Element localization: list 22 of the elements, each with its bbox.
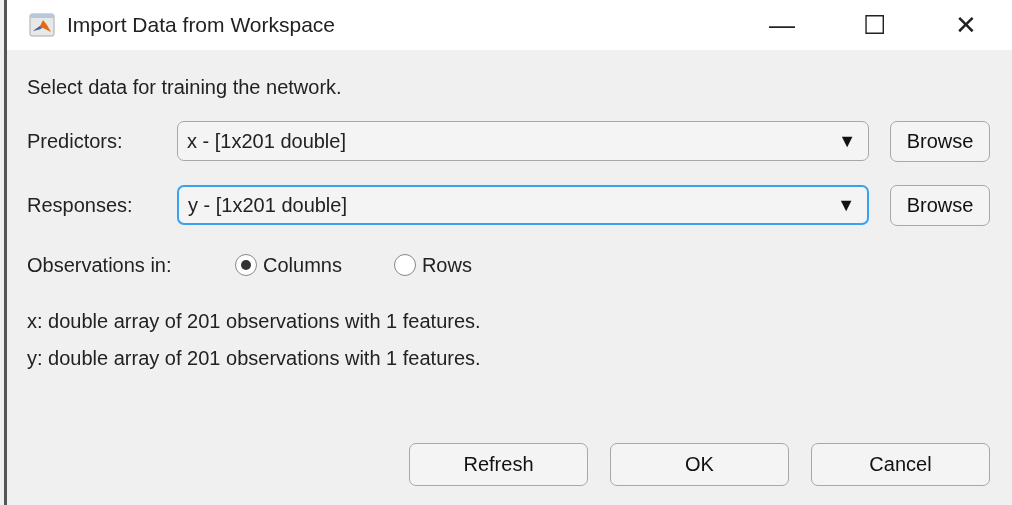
dropdown[interactable]: x - [1x201 double] ▼ — [177, 121, 869, 161]
radio-label[interactable]: Rows — [421, 253, 472, 277]
radio-button[interactable] — [235, 254, 257, 276]
dialog-button[interactable]: Cancel — [811, 443, 990, 486]
instruction-text: Select data for training the network. — [27, 76, 343, 100]
dropdown[interactable]: y - [1x201 double] ▼ — [177, 185, 869, 225]
dialog-button[interactable]: Refresh — [409, 443, 588, 486]
maximize-button[interactable]: ☐ — [828, 9, 920, 41]
radio-button[interactable] — [393, 254, 416, 276]
field-label: Responses: — [27, 193, 134, 217]
field-label: Predictors: — [27, 129, 124, 153]
info-text: x: double array of 201 observations with 1 features. — [27, 310, 482, 334]
info-text: y: double array of 201 observations with 1 features. — [27, 347, 482, 371]
app-logo-icon — [29, 13, 55, 37]
minimize-button[interactable]: — — [736, 9, 828, 41]
dialog-button[interactable]: OK — [610, 443, 789, 486]
field-label: Observations in: — [27, 253, 173, 277]
close-button[interactable]: ✕ — [920, 9, 1012, 41]
window-title: Import Data from Workspace — [67, 13, 337, 37]
browse-button[interactable]: Browse — [890, 120, 990, 162]
browse-button[interactable]: Browse — [890, 184, 990, 226]
radio-label[interactable]: Columns — [263, 253, 342, 277]
